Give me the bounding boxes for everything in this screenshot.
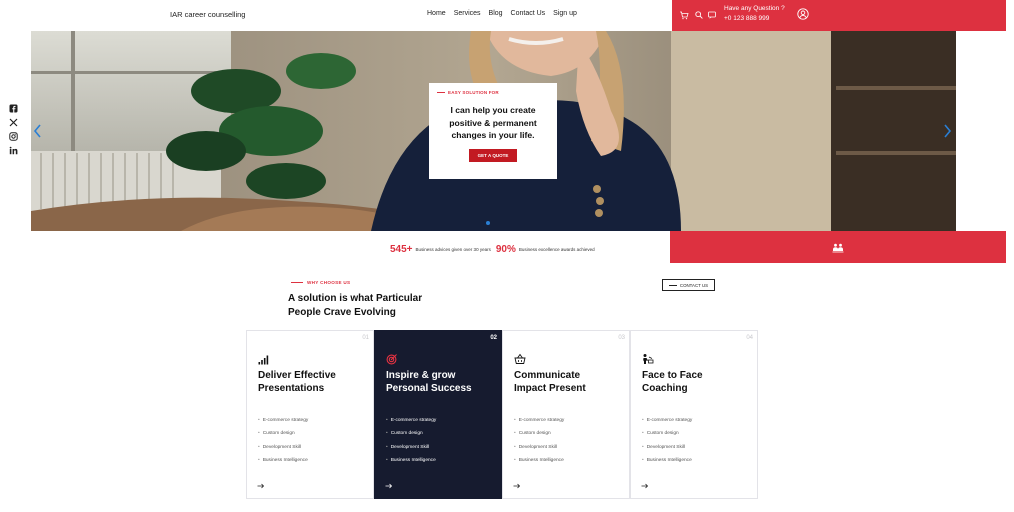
why-eyebrow: WHY CHOOSE US xyxy=(291,280,350,285)
why-heading-line-1: A solution is what Particular xyxy=(288,293,423,304)
arrow-right-icon[interactable] xyxy=(641,483,649,489)
nav-home[interactable]: Home xyxy=(427,10,446,17)
phone-number[interactable]: +0 123 888 999 xyxy=(724,14,785,24)
service-title: Face to Face Coaching xyxy=(642,369,754,395)
header-contact-panel xyxy=(672,0,1006,31)
arrow-right-icon[interactable] xyxy=(513,483,521,489)
service-feature: Custom design xyxy=(642,430,692,443)
nav-sign-up[interactable]: Sign up xyxy=(553,10,577,17)
service-feature: Development Skill xyxy=(642,444,692,457)
signal-bars-icon xyxy=(258,355,269,365)
service-title-line-1: Inspire & grow xyxy=(386,370,456,381)
service-title: Inspire & grow Personal Success xyxy=(386,369,498,395)
nav-services[interactable]: Services xyxy=(454,10,481,17)
stat-label-advices: Business advices given over 30 years xyxy=(415,247,491,252)
question-label: Have any Question ? xyxy=(724,5,785,12)
hero-title: I can help you create positive & permane… xyxy=(449,105,537,140)
service-features: E-commerce strategy Custom design Develo… xyxy=(386,417,437,471)
service-feature: Custom design xyxy=(258,430,308,443)
slider-prev-arrow[interactable] xyxy=(31,122,45,140)
contact-question: Have any Question ? +0 123 888 999 xyxy=(724,4,785,24)
service-feature: Business Intelligence xyxy=(258,457,308,470)
service-number: 02 xyxy=(490,335,497,341)
nav-contact-us[interactable]: Contact Us xyxy=(511,10,546,17)
service-features: E-commerce strategy Custom design Develo… xyxy=(258,417,309,471)
service-feature: Business Intelligence xyxy=(386,457,436,470)
button-dash xyxy=(668,284,677,286)
stat-label-awards: Business excellence awards achieved xyxy=(518,247,595,252)
hero-eyebrow-text: EASY SOLUTION FOR xyxy=(448,90,499,95)
service-feature: Business Intelligence xyxy=(514,457,564,470)
contact-us-label: CONTACT US xyxy=(679,282,709,288)
hero-eyebrow: EASY SOLUTION FOR xyxy=(437,90,499,95)
service-card[interactable]: 01 Deliver Effective Presentations E-com… xyxy=(246,330,374,499)
service-title-line-1: Communicate xyxy=(514,370,581,381)
service-feature: E-commerce strategy xyxy=(386,417,437,430)
service-title-line-2: Personal Success xyxy=(386,383,472,394)
service-feature: Custom design xyxy=(514,430,564,443)
facebook-icon[interactable] xyxy=(9,104,18,113)
why-heading: A solution is what Particular People Cra… xyxy=(288,292,488,320)
service-feature: Development Skill xyxy=(386,444,436,457)
eyebrow-dash xyxy=(437,92,445,93)
service-title-line-2: Presentations xyxy=(258,383,325,394)
get-a-quote-button[interactable]: GET A QUOTE xyxy=(469,149,517,162)
user-circle-icon[interactable] xyxy=(797,8,809,20)
arrow-right-icon[interactable] xyxy=(385,483,393,489)
service-title-line-1: Face to Face xyxy=(642,370,703,381)
service-feature: E-commerce strategy xyxy=(514,417,565,430)
service-feature: Business Intelligence xyxy=(642,457,692,470)
service-number: 03 xyxy=(618,335,625,341)
nav-blog[interactable]: Blog xyxy=(489,10,503,17)
service-title-line-2: Impact Present xyxy=(514,383,586,394)
instagram-icon[interactable] xyxy=(9,132,18,141)
stats-row: 545+ Business advices given over 30 year… xyxy=(390,244,595,255)
service-feature: E-commerce strategy xyxy=(642,417,693,430)
service-feature: Development Skill xyxy=(514,444,564,457)
service-title: Communicate Impact Present xyxy=(514,369,626,395)
services-grid: 01 Deliver Effective Presentations E-com… xyxy=(246,330,758,499)
service-number: 04 xyxy=(746,335,753,341)
stat-value-advices: 545+ xyxy=(390,244,413,255)
service-feature: Custom design xyxy=(386,430,436,443)
service-features: E-commerce strategy Custom design Develo… xyxy=(514,417,565,471)
social-links xyxy=(9,104,18,155)
slider-next-arrow[interactable] xyxy=(940,122,954,140)
arrow-right-icon[interactable] xyxy=(257,483,265,489)
hero-card: EASY SOLUTION FOR I can help you create … xyxy=(429,83,557,179)
cart-icon[interactable] xyxy=(679,10,689,20)
target-icon xyxy=(386,354,397,365)
coaching-icon xyxy=(643,354,654,364)
main-nav: Home Services Blog Contact Us Sign up xyxy=(427,10,577,17)
chat-icon[interactable] xyxy=(707,10,717,20)
service-number: 01 xyxy=(362,335,369,341)
service-card[interactable]: 04 Face to Face Coaching E-commerce stra… xyxy=(630,330,758,499)
service-features: E-commerce strategy Custom design Develo… xyxy=(642,417,693,471)
basket-icon xyxy=(514,353,526,364)
eyebrow-dash xyxy=(291,282,303,283)
service-feature: Development Skill xyxy=(258,444,308,457)
service-feature: E-commerce strategy xyxy=(258,417,309,430)
why-eyebrow-text: WHY CHOOSE US xyxy=(307,280,351,285)
service-card-active[interactable]: 02 Inspire & grow Personal Success E-com… xyxy=(374,330,502,499)
service-title-line-1: Deliver Effective xyxy=(258,370,336,381)
service-title-line-2: Coaching xyxy=(642,383,688,394)
service-card[interactable]: 03 Communicate Impact Present E-commerce… xyxy=(502,330,630,499)
people-icon xyxy=(832,243,844,253)
service-title: Deliver Effective Presentations xyxy=(258,369,370,395)
linkedin-icon[interactable] xyxy=(9,146,18,155)
stat-value-awards: 90% xyxy=(495,244,516,255)
slider-dot[interactable] xyxy=(486,221,490,225)
contact-us-button[interactable]: CONTACT US xyxy=(662,279,715,291)
why-heading-line-2: People Crave Evolving xyxy=(288,307,396,318)
brand-name[interactable]: IAR career counselling xyxy=(170,10,245,19)
x-icon[interactable] xyxy=(9,118,18,127)
search-icon[interactable] xyxy=(694,10,704,20)
